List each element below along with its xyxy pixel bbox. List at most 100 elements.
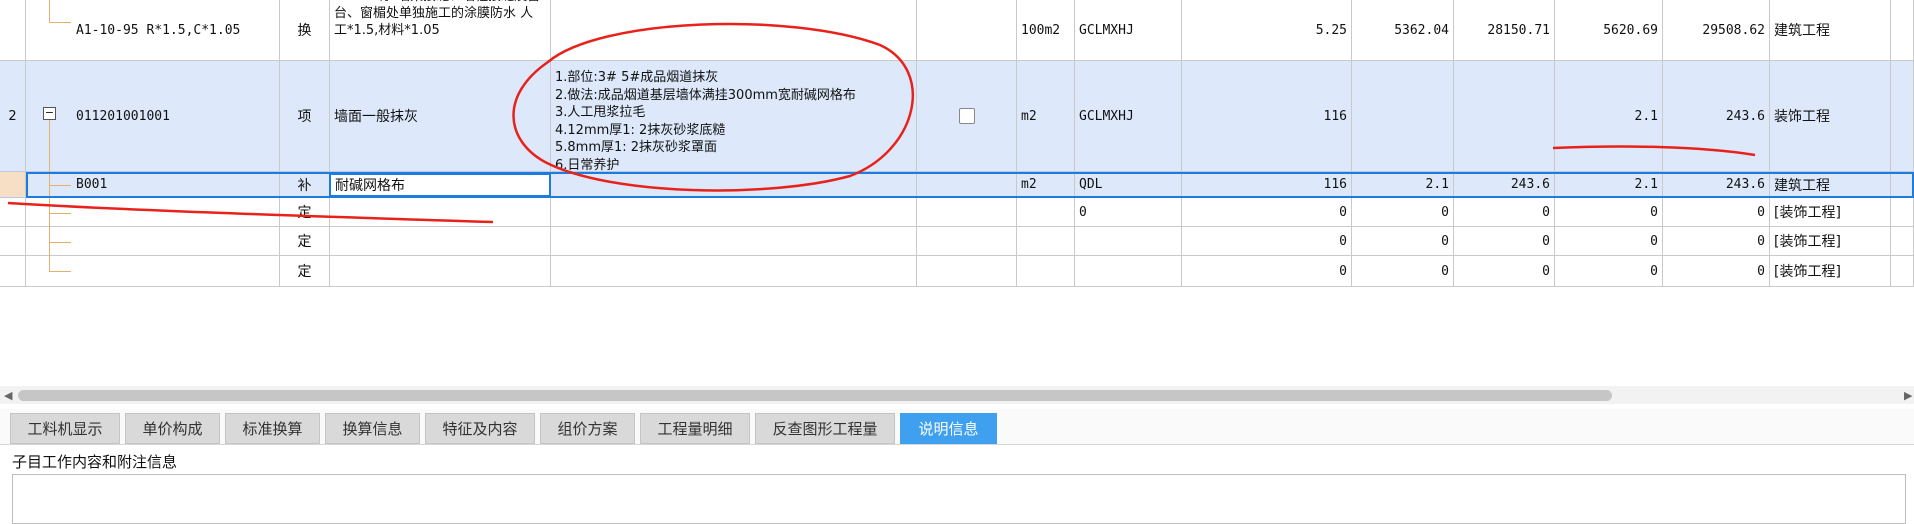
- qty-cell[interactable]: 5.25: [1182, 0, 1352, 61]
- desc-cell[interactable]: [551, 172, 917, 198]
- major-cell[interactable]: 建筑工程: [1770, 172, 1891, 198]
- unit-cell[interactable]: [1017, 256, 1075, 287]
- qty-text: 116: [1323, 108, 1347, 124]
- row-number: 2: [8, 108, 17, 124]
- value-text: 0: [1441, 263, 1449, 279]
- type-cell[interactable]: 补: [280, 172, 330, 198]
- qty-text: 0: [1339, 233, 1347, 249]
- comp-total-cell: 0: [1663, 198, 1770, 227]
- desc-cell[interactable]: 1.部位:3# 5#成品烟道抹灰 2.做法:成品烟道基层墙体满挂300mm宽耐碱…: [551, 61, 917, 172]
- type-cell[interactable]: 定: [280, 256, 330, 287]
- qty-cell[interactable]: 116: [1182, 172, 1352, 198]
- tab-label: 标准换算: [242, 420, 303, 438]
- expr-cell[interactable]: 0: [1075, 198, 1182, 227]
- expr-cell[interactable]: GCLMXHJ: [1075, 61, 1182, 172]
- tree-line: [49, 22, 71, 23]
- unit-text: 100m2: [1021, 22, 1061, 38]
- unit-cell[interactable]: m2: [1017, 172, 1075, 198]
- check-cell: [917, 227, 1017, 256]
- value-text: 243.6: [1510, 177, 1550, 192]
- unit-price-cell: 0: [1352, 198, 1454, 227]
- desc-cell[interactable]: [551, 256, 917, 287]
- value-text: 5362.04: [1394, 22, 1449, 38]
- check-cell[interactable]: [917, 61, 1017, 172]
- total-price-cell: 0: [1454, 256, 1555, 287]
- tab-quantity-detail[interactable]: 工程量明细: [640, 413, 750, 444]
- name-cell[interactable]: 1.5mm厚 墙梁接缝、墙柱接缝及窗台、窗楣处单独施工的涂膜防水 人工*1.5,…: [330, 0, 551, 61]
- qty-text: 0: [1339, 204, 1347, 220]
- extra-cell: [1891, 227, 1914, 256]
- tab-standard-conversion[interactable]: 标准换算: [225, 413, 320, 444]
- desc-cell[interactable]: [551, 227, 917, 256]
- qty-cell[interactable]: 116: [1182, 61, 1352, 172]
- tab-label: 单价构成: [142, 420, 203, 438]
- table-row[interactable]: 定 0 0 0 0 0 [装饰工程]: [0, 256, 1914, 287]
- horizontal-scrollbar[interactable]: ◀ ▶: [0, 386, 1914, 404]
- value-text: 0: [1650, 204, 1658, 220]
- tab-reverse-lookup[interactable]: 反查图形工程量: [755, 413, 895, 444]
- check-cell: [917, 256, 1017, 287]
- qty-cell[interactable]: 0: [1182, 227, 1352, 256]
- tab-conversion-info[interactable]: 换算信息: [325, 413, 420, 444]
- tab-description-info[interactable]: 说明信息: [900, 413, 997, 444]
- scrollbar-thumb[interactable]: [18, 390, 1612, 401]
- table-row[interactable]: 定 0 0 0 0 0 0 [装饰工程]: [0, 198, 1914, 227]
- expr-cell[interactable]: [1075, 256, 1182, 287]
- comp-total-cell: 243.6: [1663, 61, 1770, 172]
- type-text: 项: [297, 109, 312, 125]
- qty-cell[interactable]: 0: [1182, 198, 1352, 227]
- type-text: 定: [297, 205, 312, 221]
- expr-text: 0: [1079, 204, 1087, 220]
- code-cell[interactable]: A1-10-95 R*1.5,C*1.05: [26, 0, 280, 61]
- check-cell: [917, 172, 1017, 198]
- type-cell[interactable]: 项: [280, 61, 330, 172]
- unit-cell[interactable]: m2: [1017, 61, 1075, 172]
- desc-cell[interactable]: [551, 198, 917, 227]
- expr-cell[interactable]: GCLMXHJ: [1075, 0, 1182, 61]
- table-row[interactable]: 2 011201001001 项 墙面一般抹灰 1.部位:3# 5#成品烟道抹灰…: [0, 61, 1914, 172]
- unit-price-cell: 2.1: [1352, 172, 1454, 198]
- qty-cell[interactable]: 0: [1182, 256, 1352, 287]
- type-cell[interactable]: 定: [280, 198, 330, 227]
- qty-text: 116: [1323, 177, 1347, 192]
- unit-cell[interactable]: 100m2: [1017, 0, 1075, 61]
- value-text: 0: [1757, 233, 1765, 249]
- code-cell[interactable]: 011201001001: [26, 61, 280, 172]
- scroll-right-arrow-icon[interactable]: ▶: [1904, 389, 1912, 402]
- major-cell[interactable]: 建筑工程: [1770, 0, 1891, 61]
- major-cell[interactable]: [装饰工程]: [1770, 198, 1891, 227]
- tab-pricing-scheme[interactable]: 组价方案: [540, 413, 635, 444]
- desc-cell[interactable]: [551, 0, 917, 61]
- name-cell[interactable]: 墙面一般抹灰: [330, 61, 551, 172]
- major-cell[interactable]: [装饰工程]: [1770, 256, 1891, 287]
- tab-labor-material[interactable]: 工料机显示: [10, 413, 120, 444]
- table-row[interactable]: B001 补 m2 QDL 116 2.1 243.6 2.1 243.6 建筑…: [0, 172, 1914, 198]
- table-row[interactable]: 定 0 0 0 0 0 [装饰工程]: [0, 227, 1914, 256]
- tab-features[interactable]: 特征及内容: [425, 413, 535, 444]
- table-row[interactable]: A1-10-95 R*1.5,C*1.05 换 1.5mm厚 墙梁接缝、墙柱接缝…: [0, 0, 1914, 61]
- name-edit-value: 耐碱网格布: [335, 178, 405, 194]
- checkbox[interactable]: [958, 108, 975, 124]
- unit-cell[interactable]: [1017, 198, 1075, 227]
- value-text: 0: [1542, 263, 1550, 279]
- name-cell[interactable]: [330, 256, 551, 287]
- expr-cell[interactable]: QDL: [1075, 172, 1182, 198]
- row-number-cell: [0, 198, 26, 227]
- type-cell[interactable]: 换: [280, 0, 330, 61]
- major-cell[interactable]: 装饰工程: [1770, 61, 1891, 172]
- check-cell: [917, 0, 1017, 61]
- type-cell[interactable]: 定: [280, 227, 330, 256]
- type-text: 补: [297, 177, 312, 194]
- name-edit-field[interactable]: 耐碱网格布: [329, 173, 551, 197]
- scroll-left-arrow-icon[interactable]: ◀: [4, 389, 12, 402]
- tab-label: 工料机显示: [27, 420, 103, 438]
- major-cell[interactable]: [装饰工程]: [1770, 227, 1891, 256]
- type-text: 换: [297, 23, 312, 39]
- name-cell[interactable]: [330, 198, 551, 227]
- tree-line: [49, 120, 50, 272]
- expr-cell[interactable]: [1075, 227, 1182, 256]
- unit-cell[interactable]: [1017, 227, 1075, 256]
- name-cell[interactable]: [330, 227, 551, 256]
- minus-collapse-icon[interactable]: −: [43, 107, 56, 120]
- tab-unit-price[interactable]: 单价构成: [125, 413, 220, 444]
